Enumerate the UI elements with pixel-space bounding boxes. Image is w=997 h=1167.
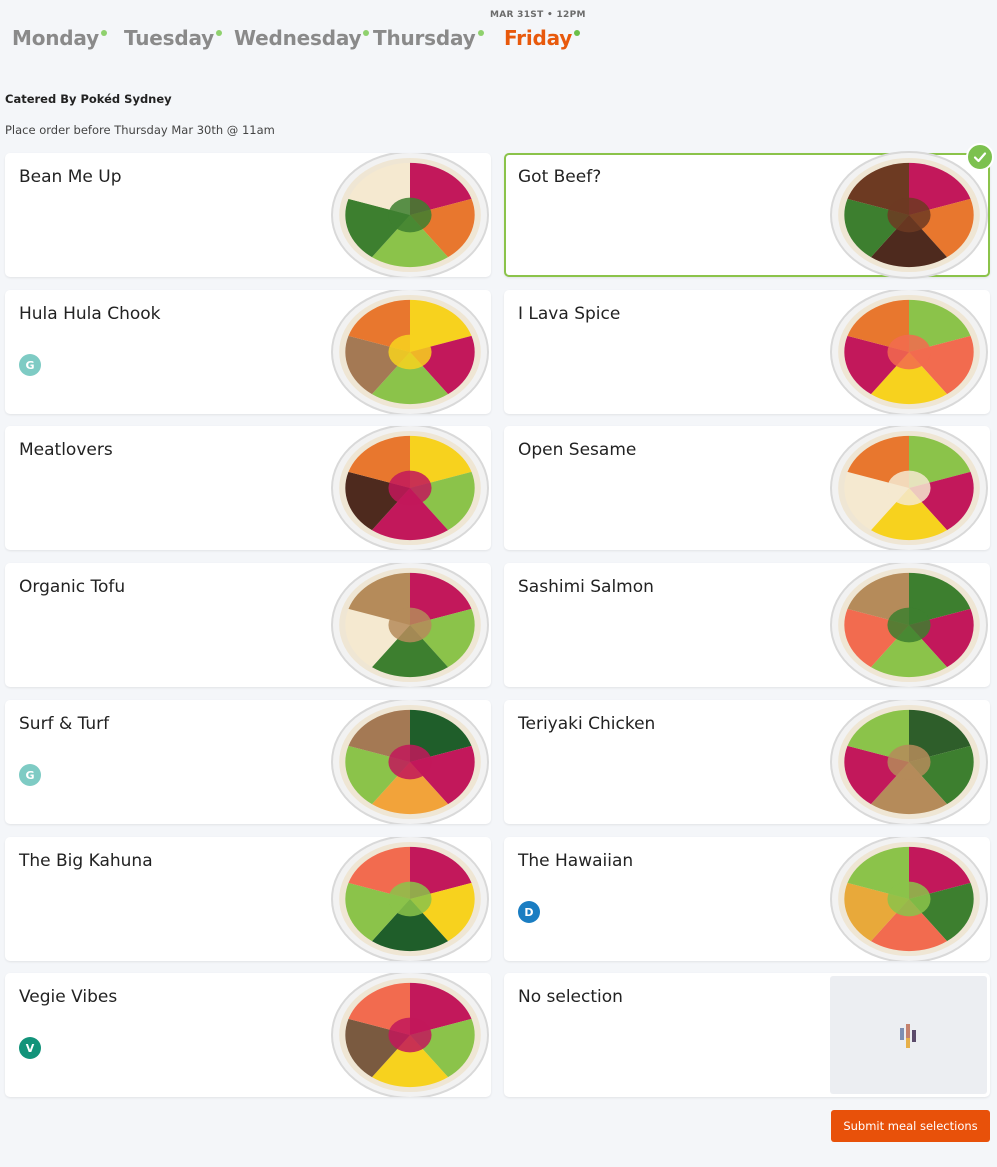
logo-icon — [900, 1024, 916, 1048]
tab-wednesday[interactable]: Wednesday — [234, 26, 370, 50]
selected-check-icon — [966, 143, 994, 171]
dietary-badge: G — [19, 354, 41, 376]
meal-card[interactable]: Got Beef? — [504, 143, 994, 279]
meal-card[interactable]: Teriyaki Chicken — [504, 700, 990, 824]
meal-name: Open Sesame — [518, 440, 637, 460]
tab-label: Wednesday — [234, 26, 362, 50]
tab-label: Tuesday — [124, 26, 214, 50]
meal-photo — [331, 153, 489, 277]
caterer-label: Catered By Pokéd Sydney — [5, 92, 172, 106]
meal-name: Hula Hula Chook — [19, 304, 161, 324]
meal-name: Organic Tofu — [19, 577, 126, 597]
meal-photo — [830, 290, 988, 414]
day-tabs: MAR 31ST • 12PM Monday Tuesday Wednesday… — [0, 0, 997, 70]
meal-card[interactable]: I Lava Spice — [504, 290, 990, 414]
meal-photo — [331, 973, 489, 1097]
tab-monday[interactable]: Monday — [12, 26, 107, 50]
tab-label: Thursday — [373, 26, 476, 50]
meal-card[interactable]: Meatlovers — [5, 426, 491, 550]
meal-photo — [830, 837, 988, 961]
tab-thursday[interactable]: Thursday — [373, 26, 484, 50]
availability-dot — [574, 30, 581, 36]
meal-name: Surf & Turf — [19, 714, 110, 734]
submit-meal-selections-button[interactable]: Submit meal selections — [831, 1110, 990, 1142]
tab-label: Friday — [504, 26, 573, 50]
availability-dot — [100, 30, 107, 36]
meal-name: Got Beef? — [518, 167, 602, 187]
meal-card[interactable]: The Big Kahuna — [5, 837, 491, 961]
tab-label: Monday — [12, 26, 99, 50]
meal-name: Teriyaki Chicken — [518, 714, 656, 734]
selected-day-date: MAR 31ST • 12PM — [490, 10, 586, 20]
meal-card[interactable]: Open Sesame — [504, 426, 990, 550]
meal-card[interactable]: Vegie Vibes V — [5, 973, 491, 1097]
meal-card[interactable]: Bean Me Up — [5, 153, 491, 277]
meal-card[interactable]: Organic Tofu — [5, 563, 491, 687]
availability-dot — [216, 30, 222, 36]
meal-photo — [331, 563, 489, 687]
meal-name: Bean Me Up — [19, 167, 122, 187]
meal-photo — [331, 837, 489, 961]
meal-photo — [331, 290, 489, 414]
meal-name: Meatlovers — [19, 440, 113, 460]
no-image-placeholder — [830, 976, 987, 1094]
meal-photo — [830, 563, 988, 687]
meal-photo — [830, 426, 988, 550]
dietary-badge: V — [19, 1037, 41, 1059]
tab-friday[interactable]: Friday — [504, 26, 581, 50]
meal-name: The Hawaiian — [518, 851, 634, 871]
meal-card[interactable]: No selection — [504, 973, 990, 1097]
dietary-badge: G — [19, 764, 41, 786]
meal-name: Sashimi Salmon — [518, 577, 654, 597]
meal-name: Vegie Vibes — [19, 987, 118, 1007]
meal-name: The Big Kahuna — [19, 851, 153, 871]
dietary-badge: D — [518, 901, 540, 923]
meal-name: I Lava Spice — [518, 304, 621, 324]
meal-card[interactable]: Hula Hula Chook G — [5, 290, 491, 414]
meal-photo — [331, 426, 489, 550]
meal-card[interactable]: Surf & Turf G — [5, 700, 491, 824]
meal-photo — [331, 700, 489, 824]
tab-tuesday[interactable]: Tuesday — [124, 26, 222, 50]
meal-card[interactable]: The Hawaiian D — [504, 837, 990, 961]
availability-dot — [363, 30, 370, 36]
meal-photo — [830, 151, 988, 279]
meal-card[interactable]: Sashimi Salmon — [504, 563, 990, 687]
order-deadline: Place order before Thursday Mar 30th @ 1… — [5, 123, 275, 137]
meal-photo — [830, 700, 988, 824]
availability-dot — [477, 30, 484, 36]
meal-name: No selection — [518, 987, 623, 1007]
